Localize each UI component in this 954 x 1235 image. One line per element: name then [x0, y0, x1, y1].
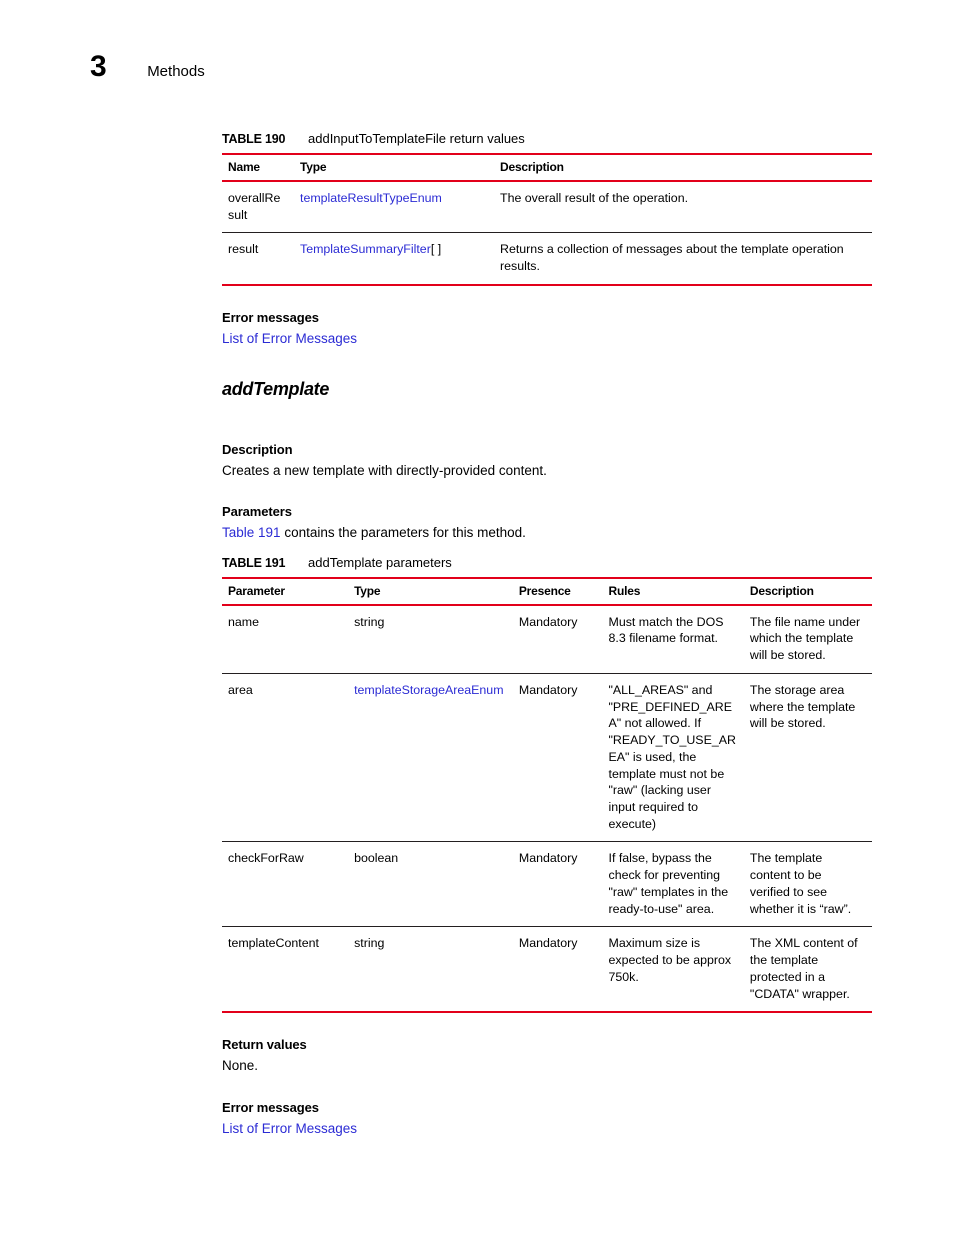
- table-191-cell-parameter: name: [222, 604, 349, 674]
- table-190-col-name: Name: [222, 153, 294, 182]
- type-link[interactable]: TemplateSummaryFilter: [300, 242, 431, 256]
- table-191-cell-description: The storage area where the template will…: [743, 673, 872, 843]
- table-191-cell-type: string: [348, 604, 513, 674]
- table-191-cell-type: templateStorageAreaEnum: [348, 673, 513, 843]
- chapter-title: Methods: [147, 63, 205, 80]
- table-191-caption-label: TABLE 191: [222, 555, 286, 570]
- table-190: Name Type Description overallRe sult tem…: [222, 153, 872, 286]
- section-return-values: Return values None.: [222, 1037, 872, 1076]
- table-190-caption-label: TABLE 190: [222, 132, 286, 146]
- table-190-caption: TABLE 190 addInputToTemplateFile return …: [222, 131, 872, 146]
- table-190-col-description: Description: [494, 153, 872, 182]
- type-link[interactable]: templateResultTypeEnum: [300, 191, 442, 205]
- table-row: name string Mandatory Must match the DOS…: [222, 604, 872, 674]
- table-190-cell-description: Returns a collection of messages about t…: [494, 232, 872, 286]
- table-191-link[interactable]: Table 191: [222, 525, 281, 540]
- table-row: checkForRaw boolean Mandatory If false, …: [222, 841, 872, 928]
- error-messages-body: List of Error Messages: [222, 1119, 872, 1139]
- section-parameters: Parameters Table 191 contains the parame…: [222, 504, 872, 543]
- document-page: 3 Methods TABLE 190 addInputToTemplateFi…: [0, 0, 954, 1235]
- table-191-col-parameter: Parameter: [222, 576, 349, 606]
- table-191-cell-parameter: checkForRaw: [222, 841, 349, 928]
- description-heading: Description: [222, 441, 293, 457]
- section-error-messages-2: Error messages List of Error Messages: [222, 1100, 872, 1139]
- table-191-cell-presence: Mandatory: [512, 604, 603, 674]
- table-191-cell-presence: Mandatory: [512, 841, 603, 928]
- method-heading-addtemplate: addTemplate: [222, 378, 330, 399]
- table-191-col-description: Description: [743, 576, 872, 606]
- list-of-error-messages-link[interactable]: List of Error Messages: [222, 331, 357, 346]
- description-text: Creates a new template with directly-pro…: [222, 462, 547, 478]
- table-191-cell-presence: Mandatory: [512, 673, 603, 843]
- table-191-cell-type: string: [348, 926, 513, 1014]
- return-values-heading: Return values: [222, 1037, 307, 1053]
- type-link[interactable]: templateStorageAreaEnum: [354, 683, 503, 697]
- table-190-cell-name: result: [222, 232, 294, 286]
- error-messages-heading: Error messages: [222, 309, 319, 325]
- table-191-cell-description: The XML content of the template protecte…: [743, 926, 872, 1014]
- table-191-cell-parameter: templateContent: [222, 926, 349, 1014]
- table-row: templateContent string Mandatory Maximum…: [222, 926, 872, 1014]
- table-191-cell-description: The template content to be verified to s…: [743, 841, 872, 928]
- table-191-col-presence: Presence: [512, 576, 603, 606]
- table-191-header-row: Parameter Type Presence Rules Descriptio…: [222, 576, 872, 606]
- table-191-col-rules: Rules: [602, 576, 744, 606]
- table-row: result TemplateSummaryFilter[ ] Returns …: [222, 232, 872, 286]
- parameters-rest-text: contains the parameters for this method.: [280, 525, 526, 541]
- table-190-cell-description: The overall result of the operation.: [494, 181, 872, 234]
- parameters-text: Table 191 contains the parameters for th…: [222, 523, 872, 543]
- type-suffix: [ ]: [430, 242, 442, 257]
- table-191-cell-type: boolean: [348, 841, 513, 928]
- table-190-cell-type: templateResultTypeEnum: [294, 181, 494, 234]
- table-191-cell-parameter: area: [222, 673, 349, 843]
- table-191-cell-rules: Maximum size is expected to be approx 75…: [602, 926, 744, 1014]
- table-191-cell-rules: "ALL_AREAS" and "PRE_DEFINED_ARE A" not …: [602, 673, 744, 843]
- table-191-cell-rules: Must match the DOS 8.3 filename format.: [602, 604, 744, 674]
- table-191: Parameter Type Presence Rules Descriptio…: [222, 576, 872, 1014]
- section-error-messages-1: Error messages List of Error Messages: [222, 310, 872, 349]
- table-190-cell-type: TemplateSummaryFilter[ ]: [294, 232, 494, 286]
- table-191-cell-rules: If false, bypass the check for preventin…: [602, 841, 744, 928]
- chapter-number: 3: [90, 50, 107, 83]
- table-190-caption-text: addInputToTemplateFile return values: [308, 131, 525, 146]
- error-messages-body: List of Error Messages: [222, 329, 872, 349]
- list-of-error-messages-link[interactable]: List of Error Messages: [222, 1121, 357, 1136]
- page-content: TABLE 190 addInputToTemplateFile return …: [222, 131, 872, 1138]
- table-191-cell-presence: Mandatory: [512, 926, 603, 1014]
- table-row: overallRe sult templateResultTypeEnum Th…: [222, 181, 872, 234]
- section-description: Description Creates a new template with …: [222, 442, 872, 481]
- table-191-cell-description: The file name under which the template w…: [743, 604, 872, 674]
- table-row: area templateStorageAreaEnum Mandatory "…: [222, 673, 872, 843]
- table-191-caption-text: addTemplate parameters: [308, 554, 452, 570]
- table-191-caption: TABLE 191 addTemplate parameters: [222, 555, 872, 570]
- table-190-header-row: Name Type Description: [222, 153, 872, 182]
- table-191-col-type: Type: [348, 576, 513, 606]
- parameters-heading: Parameters: [222, 504, 292, 520]
- table-190-cell-name: overallRe sult: [222, 181, 294, 234]
- page-running-header: 3 Methods: [90, 52, 205, 82]
- return-values-text: None.: [222, 1058, 259, 1074]
- table-190-col-type: Type: [294, 153, 494, 182]
- error-messages-heading: Error messages: [222, 1099, 319, 1115]
